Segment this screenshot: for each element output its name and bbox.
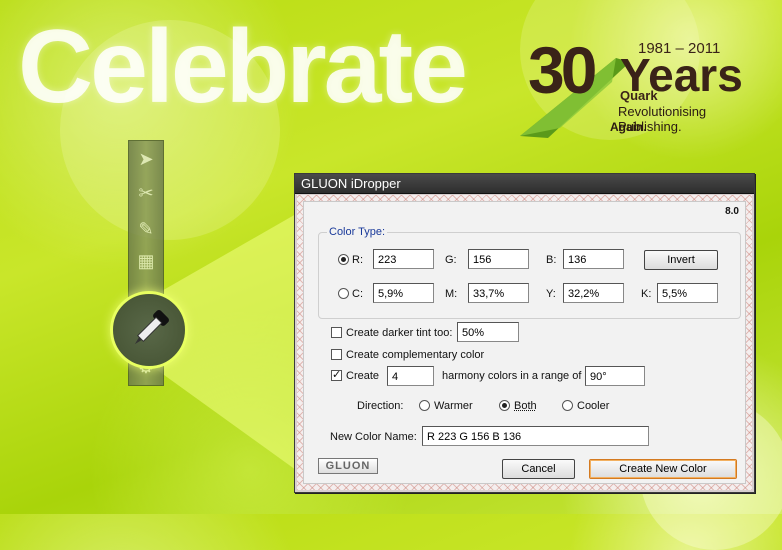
complementary-label: Create complementary color [346, 349, 485, 361]
color-type-title: Color Type: [327, 226, 388, 238]
complementary-checkbox[interactable] [331, 349, 342, 360]
dialog-frame: 8.0 Color Type: R: 223 G: 156 B: 136 Inv… [297, 195, 752, 490]
k-field[interactable]: 5,5% [657, 283, 718, 303]
r-field[interactable]: 223 [373, 249, 434, 269]
invert-button[interactable]: Invert [644, 250, 718, 270]
harmony-middle-label: harmony colors in a range of [442, 370, 582, 382]
darker-tint-label: Create darker tint too: [346, 327, 453, 339]
grid-tool-icon[interactable]: ▦ [134, 249, 158, 273]
magnified-eyedropper [110, 291, 188, 369]
new-color-name-label: New Color Name: [330, 431, 417, 443]
harmony-range-field[interactable]: 90° [585, 366, 645, 386]
cooler-label: Cooler [577, 400, 610, 412]
k-label: K: [641, 288, 652, 300]
new-color-name-field[interactable]: R 223 G 156 B 136 [422, 426, 649, 446]
darker-tint-field[interactable]: 50% [457, 322, 519, 342]
idropper-dialog: GLUON iDropper 8.0 Color Type: R: 223 G:… [294, 173, 755, 493]
harmony-checkbox[interactable]: ✓ [331, 370, 342, 381]
scissors-tool-icon[interactable]: ✂ [134, 181, 158, 205]
create-new-color-button[interactable]: Create New Color [589, 459, 737, 479]
dialog-title[interactable]: GLUON iDropper [295, 174, 754, 194]
r-label: R: [352, 254, 363, 266]
both-radio[interactable] [499, 400, 510, 411]
dialog-panel: 8.0 Color Type: R: 223 G: 156 B: 136 Inv… [303, 201, 746, 484]
cooler-radio[interactable] [562, 400, 573, 411]
m-field[interactable]: 33,7% [468, 283, 529, 303]
c-field[interactable]: 5,9% [373, 283, 434, 303]
c-label: C: [352, 288, 363, 300]
warmer-label: Warmer [434, 400, 473, 412]
harmony-create-label: Create [346, 370, 380, 382]
g-field[interactable]: 156 [468, 249, 529, 269]
b-label: B: [546, 254, 557, 266]
both-label: Both [514, 400, 537, 412]
b-field[interactable]: 136 [563, 249, 624, 269]
pointer-tool-icon[interactable]: ➤ [134, 147, 158, 171]
version-label: 8.0 [725, 206, 739, 217]
gluon-logo: GLUON [318, 458, 378, 474]
m-label: M: [445, 288, 458, 300]
y-field[interactable]: 32,2% [563, 283, 624, 303]
harmony-count-field[interactable]: 4 [387, 366, 434, 386]
darker-tint-checkbox[interactable] [331, 327, 342, 338]
direction-label: Direction: [357, 400, 404, 412]
warmer-radio[interactable] [419, 400, 430, 411]
cmyk-radio[interactable] [338, 288, 349, 299]
y-label: Y: [546, 288, 556, 300]
rgb-radio[interactable] [338, 254, 349, 265]
eyedropper-icon[interactable] [113, 294, 185, 366]
color-type-group: Color Type: R: 223 G: 156 B: 136 Invert … [318, 226, 741, 319]
g-label: G: [445, 254, 457, 266]
cancel-button[interactable]: Cancel [502, 459, 575, 479]
pen-tool-icon[interactable]: ✎ [134, 217, 158, 241]
